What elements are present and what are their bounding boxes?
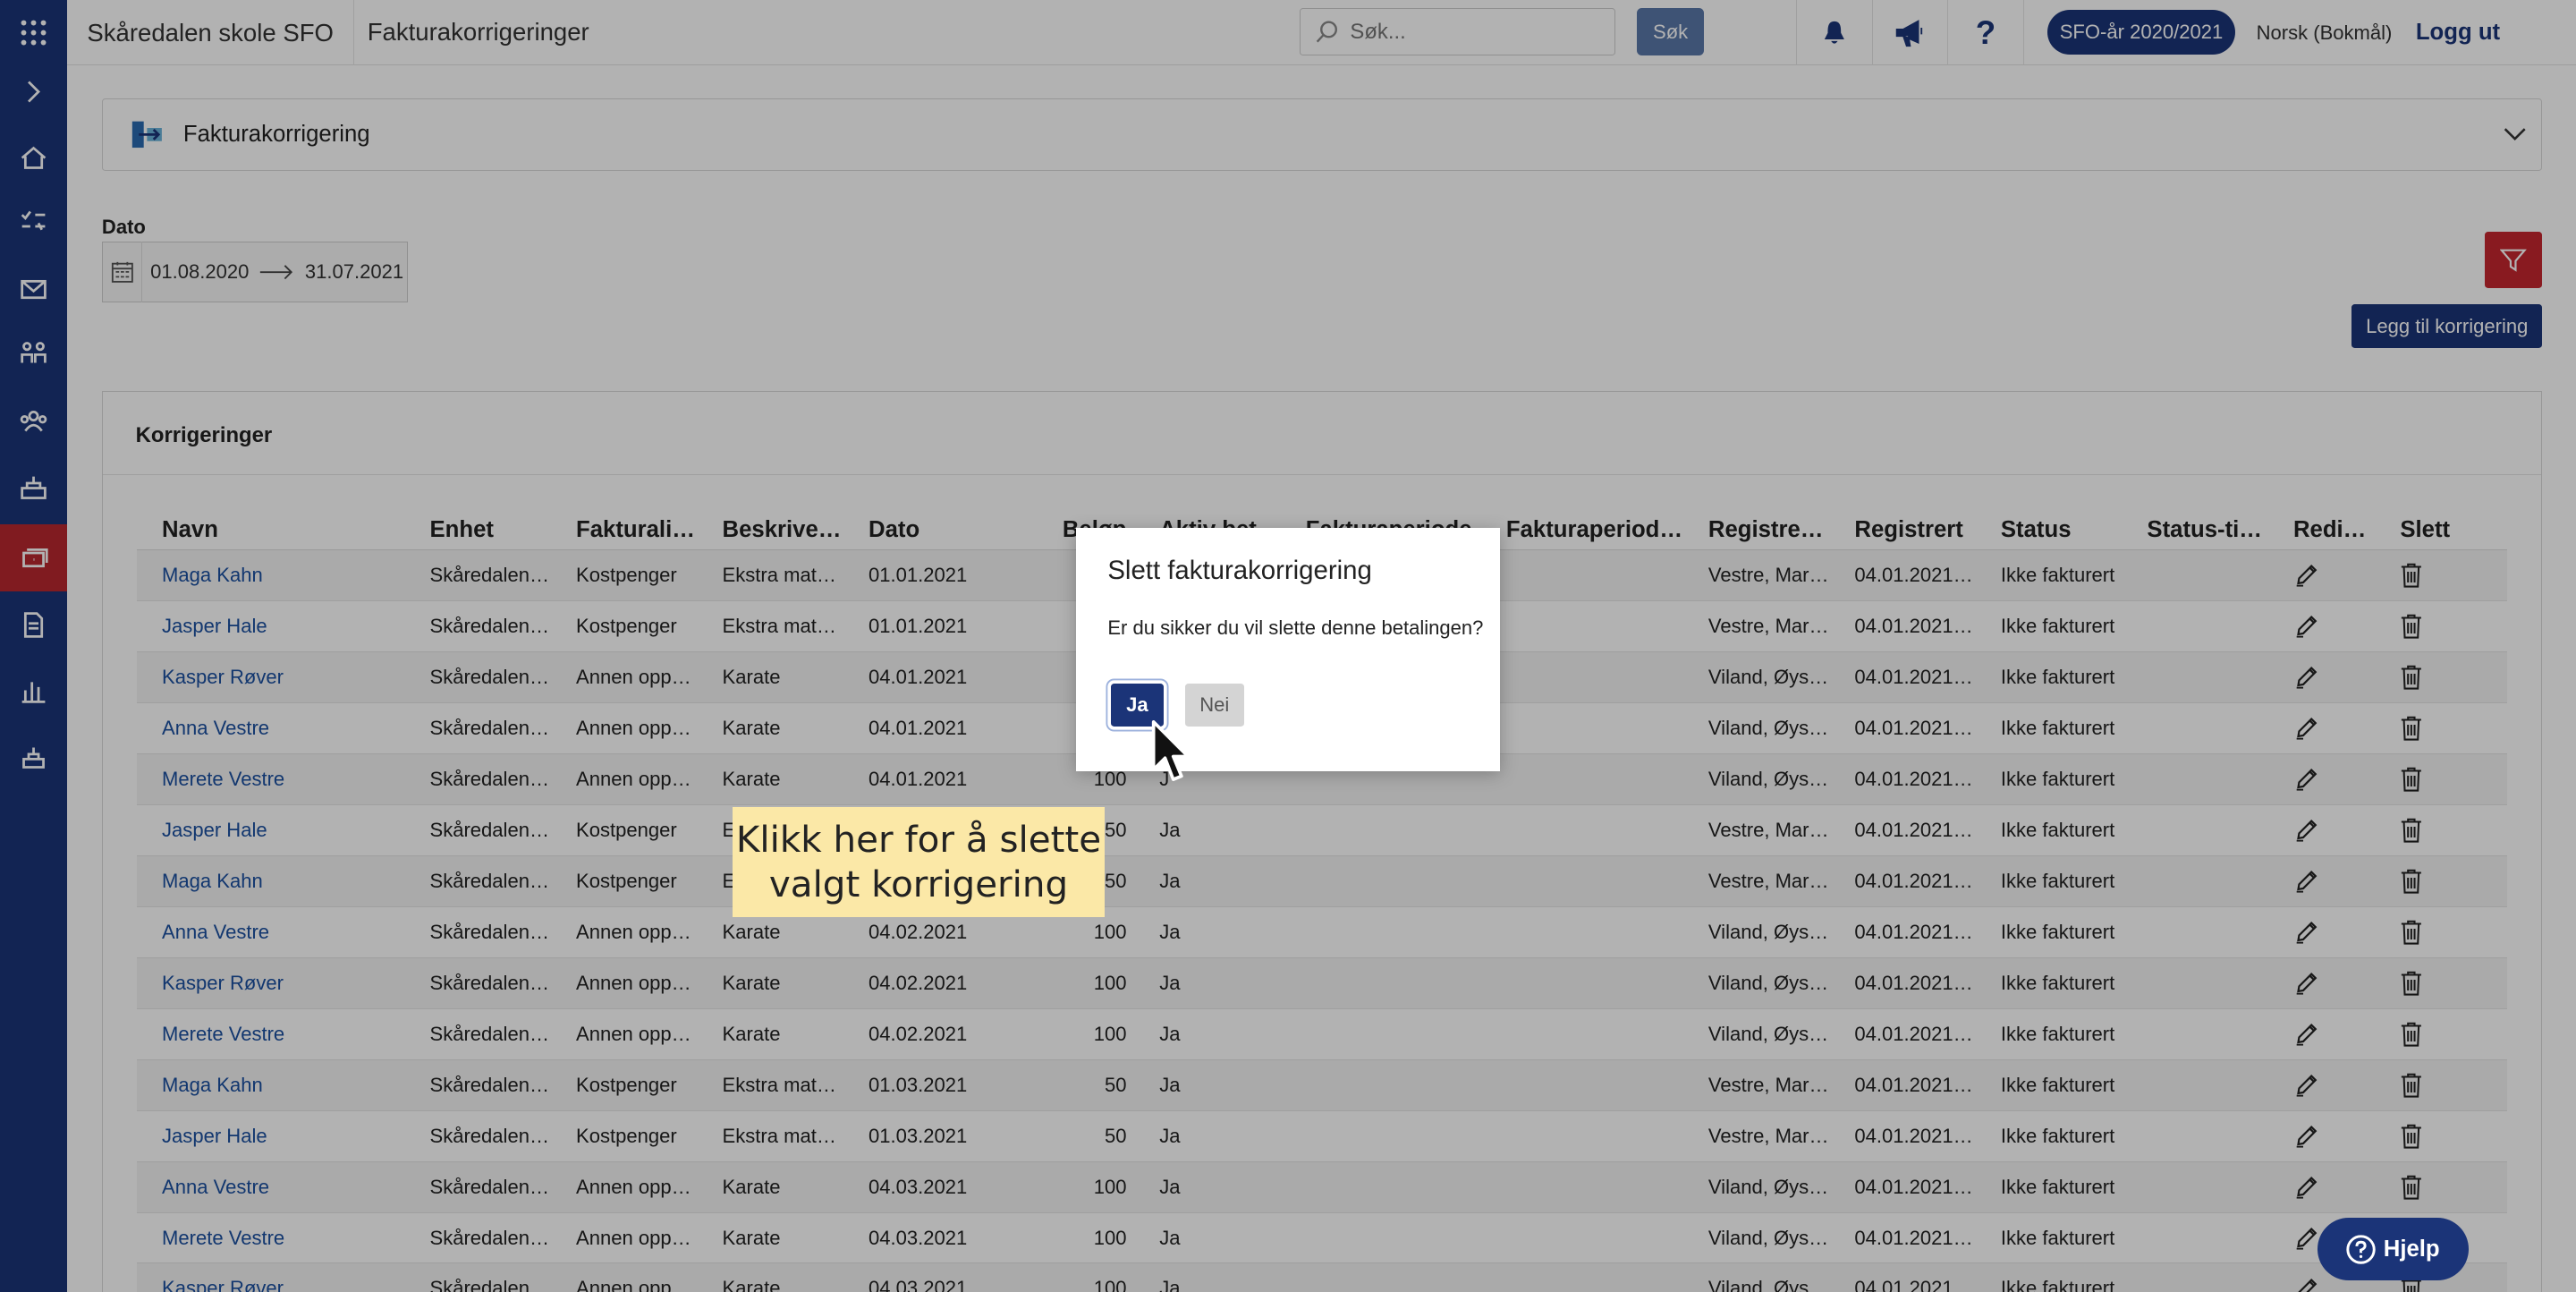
guide-tooltip: Klikk her for å slette valgt korrigering <box>733 807 1105 918</box>
help-circle-icon <box>2345 1235 2376 1264</box>
help-button[interactable]: Hjelp <box>2317 1218 2469 1281</box>
dialog-title: Slett fakturakorrigering <box>1107 555 1372 585</box>
confirm-no-button[interactable]: Nei <box>1184 684 1244 727</box>
delete-confirm-dialog: Slett fakturakorrigering Er du sikker du… <box>1076 527 1501 771</box>
help-label: Hjelp <box>2383 1236 2440 1262</box>
mouse-cursor-icon <box>1151 719 1191 781</box>
app-root: Skåredalen skole SFO Fakturakorrigeringe… <box>0 0 2576 1292</box>
dialog-message: Er du sikker du vil slette denne betalin… <box>1107 616 1484 639</box>
